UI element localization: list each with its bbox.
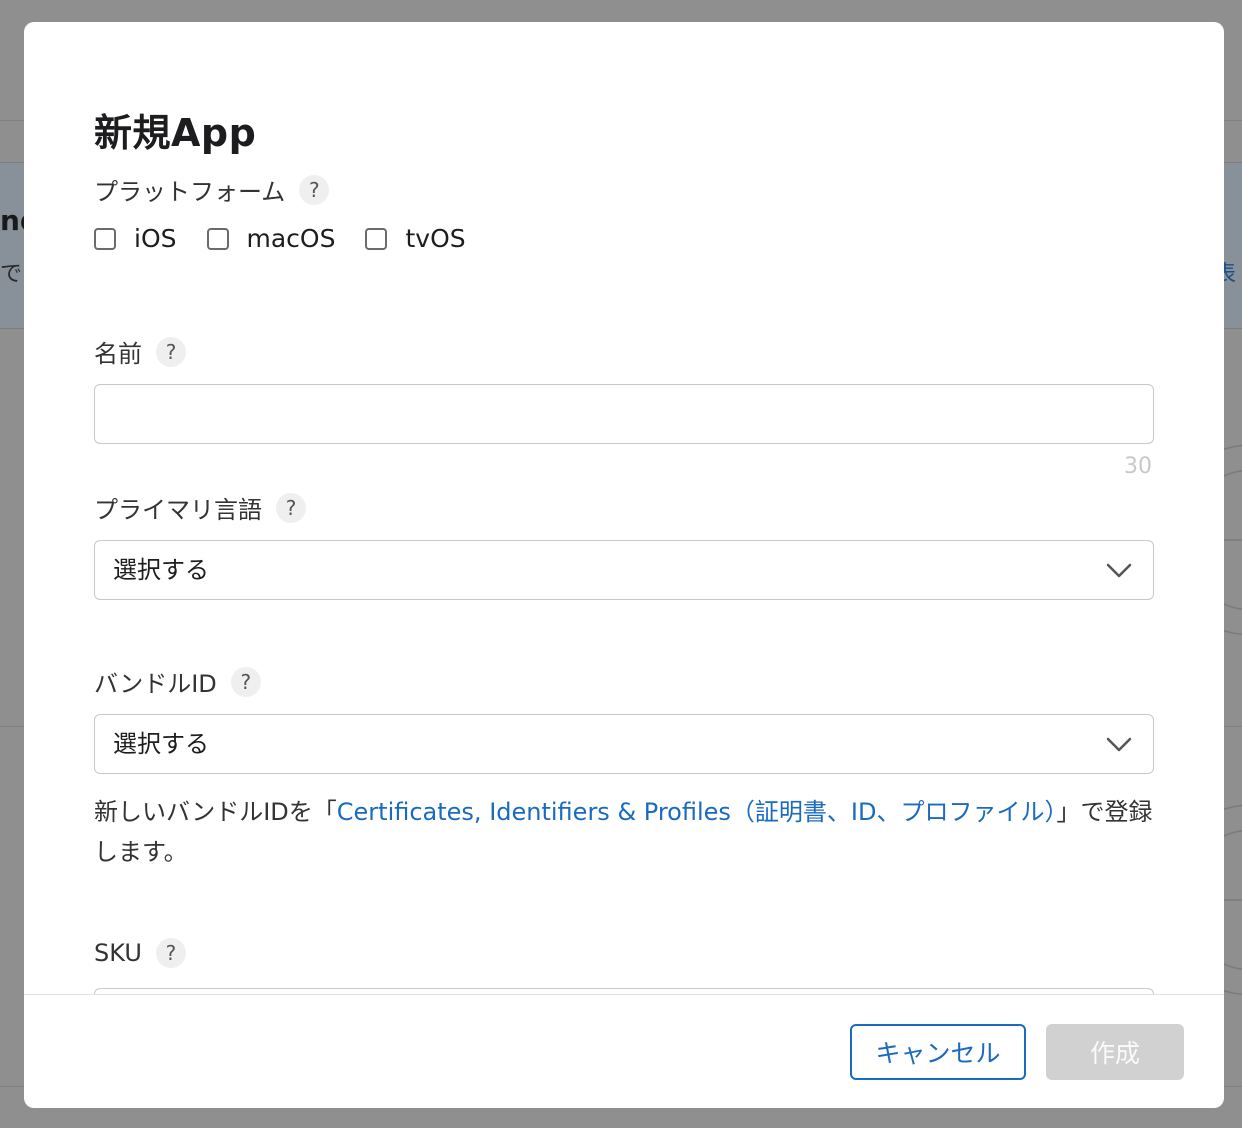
cancel-button[interactable]: キャンセル — [850, 1024, 1026, 1080]
platform-options: iOS macOS tvOS — [94, 224, 496, 253]
name-label-row: 名前 ? — [94, 334, 186, 369]
platform-option-tvos[interactable]: tvOS — [365, 224, 466, 253]
name-field[interactable] — [94, 384, 1154, 444]
chevron-down-icon — [1106, 737, 1132, 752]
tvos-label: tvOS — [405, 224, 466, 253]
platform-label-row: プラットフォーム ? — [94, 172, 330, 207]
bundle-id-note-prefix: 新しいバンドルIDを「 — [94, 798, 337, 826]
primary-language-label: プライマリ言語 — [94, 496, 262, 524]
create-button[interactable]: 作成 — [1046, 1024, 1184, 1080]
bundle-id-note: 新しいバンドルIDを「Certificates, Identifiers & P… — [94, 792, 1174, 872]
platform-help-icon[interactable]: ? — [299, 174, 330, 205]
bundle-id-value: 選択する — [113, 730, 209, 758]
footer-divider — [24, 994, 1224, 995]
macos-checkbox[interactable] — [206, 227, 229, 250]
name-help-icon[interactable]: ? — [156, 336, 186, 367]
sku-help-icon[interactable]: ? — [155, 938, 186, 968]
bundle-id-label: バンドルID — [94, 670, 217, 698]
sku-label-row: SKU ? — [94, 938, 186, 968]
background-text: で — [0, 262, 23, 287]
chevron-down-icon — [1106, 563, 1132, 578]
dialog-body: 新規App プラットフォーム ? iOS macOS tvOS 名前 ? 30 … — [24, 22, 1224, 994]
bundle-id-label-row: バンドルID ? — [94, 664, 261, 699]
platform-label: プラットフォーム — [94, 178, 286, 206]
macos-label: macOS — [246, 224, 336, 253]
new-app-dialog: 新規App プラットフォーム ? iOS macOS tvOS 名前 ? 30 … — [24, 22, 1224, 1108]
primary-language-help-icon[interactable]: ? — [276, 492, 306, 523]
name-input[interactable] — [95, 385, 1153, 443]
ios-checkbox[interactable] — [94, 227, 116, 250]
dialog-title: 新規App — [94, 111, 257, 155]
primary-language-label-row: プライマリ言語 ? — [94, 490, 306, 525]
primary-language-select[interactable]: 選択する — [94, 540, 1154, 600]
sku-label: SKU — [94, 939, 142, 967]
certificates-link[interactable]: Certificates, Identifiers & Profiles（証明書… — [337, 798, 1057, 826]
tvos-checkbox[interactable] — [365, 227, 388, 250]
primary-language-value: 選択する — [113, 556, 209, 584]
name-label: 名前 — [94, 340, 142, 368]
name-char-counter: 30 — [1124, 454, 1152, 479]
platform-option-ios[interactable]: iOS — [94, 224, 177, 253]
platform-option-macos[interactable]: macOS — [206, 224, 336, 253]
bundle-id-help-icon[interactable]: ? — [230, 666, 261, 697]
bundle-id-select[interactable]: 選択する — [94, 714, 1154, 774]
ios-label: iOS — [134, 224, 177, 253]
